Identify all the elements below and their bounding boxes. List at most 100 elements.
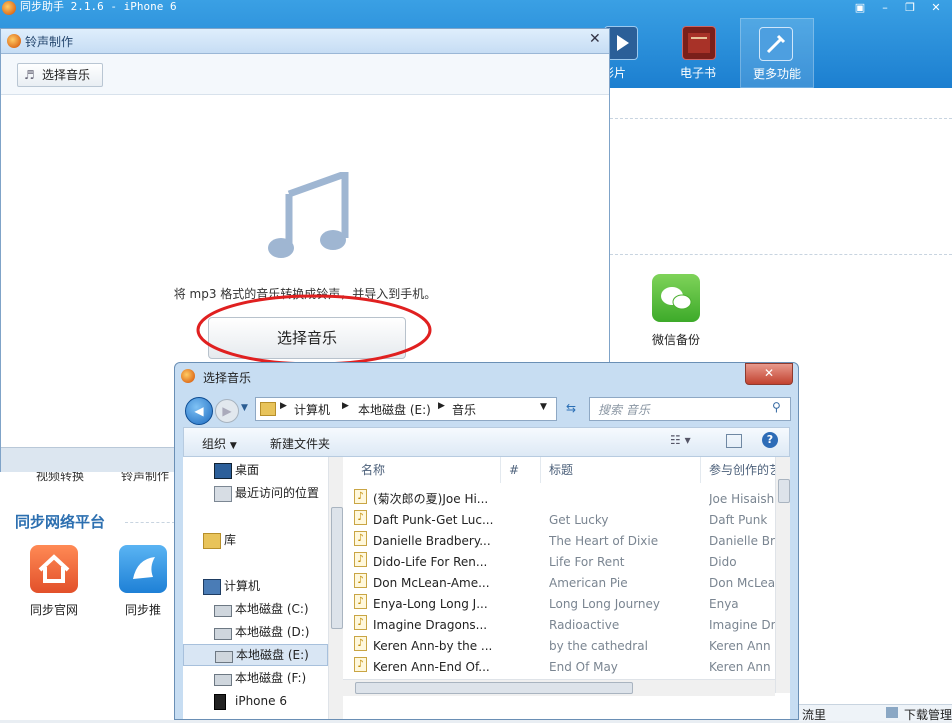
back-button[interactable]: ◀ xyxy=(185,397,213,425)
file-title: American Pie xyxy=(549,576,628,590)
file-row[interactable]: ♪ Keren Ann-End Of... End Of May Keren Ann xyxy=(351,657,775,678)
file-title: The Heart of Dixie xyxy=(549,534,659,548)
search-icon[interactable]: ⚲ xyxy=(772,400,781,414)
tree-item-drive-f[interactable]: 本地磁盘 (F:) xyxy=(183,667,328,689)
file-artist: Daft Punk xyxy=(709,513,768,527)
tree-item-drive-c[interactable]: 本地磁盘 (C:) xyxy=(183,598,328,620)
music-file-icon: ♪ xyxy=(354,657,367,672)
desktop-icon xyxy=(214,463,232,479)
file-artist: Don McLea xyxy=(709,576,775,590)
file-title: Get Lucky xyxy=(549,513,609,527)
tree-item-label: iPhone 6 xyxy=(235,694,287,708)
search-input[interactable]: 搜索 音乐 ⚲ xyxy=(589,397,791,421)
music-file-icon: ♪ xyxy=(354,573,367,588)
file-row[interactable]: ♪ Danielle Bradbery... The Heart of Dixie D… xyxy=(351,531,775,552)
file-row[interactable]: ♪ Don McLean-Ame... American Pie Don McLea xyxy=(351,573,775,594)
tree-item-label: 库 xyxy=(224,533,237,547)
breadcrumb-separator: ▶ xyxy=(280,401,287,411)
file-row[interactable]: ♪ Dido-Life For Ren... Life For Rent Dido xyxy=(351,552,775,573)
breadcrumb-separator: ▶ xyxy=(342,401,349,411)
file-artist: Enya xyxy=(709,597,739,611)
address-bar[interactable]: ▶ 计算机 ▶ 本地磁盘 (E:) ▶ 音乐 ▼ xyxy=(255,397,557,421)
scrollbar-thumb[interactable] xyxy=(355,682,633,694)
column-artist[interactable]: 参与创作的艺 xyxy=(701,457,781,483)
tree-item-library[interactable]: 库 xyxy=(183,529,328,551)
breadcrumb-drive-e[interactable]: 本地磁盘 (E:) xyxy=(358,401,431,418)
file-row[interactable]: ♪ Enya-Long Long J... Long Long Journey Eny… xyxy=(351,594,775,615)
navigation-pane: 桌面 最近访问的位置 库 计算机 本地磁盘 (C:) 本地磁盘 (D:) 本地磁… xyxy=(183,457,344,719)
organize-label: 组织 xyxy=(202,437,227,451)
preview-pane-icon[interactable] xyxy=(726,434,742,448)
tree-item-recent[interactable]: 最近访问的位置 xyxy=(183,482,328,504)
tree-item-label: 本地磁盘 (E:) xyxy=(236,648,309,662)
column-number[interactable]: # xyxy=(501,457,541,483)
file-artist: Keren Ann xyxy=(709,660,771,674)
address-dropdown-icon[interactable]: ▼ xyxy=(540,402,547,412)
file-name: Daft Punk-Get Luc... xyxy=(373,513,494,527)
breadcrumb-music[interactable]: 音乐 xyxy=(452,401,476,418)
tree-item-desktop[interactable]: 桌面 xyxy=(183,459,328,481)
search-placeholder: 搜索 音乐 xyxy=(598,403,650,417)
recent-icon xyxy=(214,486,232,502)
file-artist: Imagine Dr xyxy=(709,618,775,632)
music-file-icon: ♪ xyxy=(354,510,367,525)
file-row[interactable]: ♪ (菊次郎の夏)Joe Hi... Joe Hisaishi xyxy=(351,489,775,510)
column-title[interactable]: 标题 xyxy=(541,457,701,483)
scrollbar-thumb[interactable] xyxy=(778,479,790,503)
tree-item-computer[interactable]: 计算机 xyxy=(183,575,328,597)
tree-item-label: 本地磁盘 (D:) xyxy=(235,625,310,639)
history-dropdown-icon[interactable]: ▼ xyxy=(241,403,248,413)
choose-music-file-dialog: 选择音乐 ✕ ◀ ▶ ▼ ▶ 计算机 ▶ 本地磁盘 (E:) ▶ 音乐 ▼ ⇆ … xyxy=(174,362,799,720)
drive-icon xyxy=(215,651,233,663)
file-row[interactable]: ♪ Daft Punk-Get Luc... Get Lucky Daft Punk xyxy=(351,510,775,531)
tree-item-label: 最近访问的位置 xyxy=(235,486,320,500)
file-artist: Keren Ann xyxy=(709,639,771,653)
tree-item-label: 本地磁盘 (F:) xyxy=(235,671,307,685)
file-row[interactable]: ♪ Keren Ann-by the ... by the cathedral Ker… xyxy=(351,636,775,657)
horizontal-scrollbar[interactable] xyxy=(343,679,775,696)
file-artist: Danielle Bra xyxy=(709,534,775,548)
tree-item-drive-d[interactable]: 本地磁盘 (D:) xyxy=(183,621,328,643)
file-list-pane: 名称 # 标题 参与创作的艺 ♪ (菊次郎の夏)Joe Hi... Joe Hisa… xyxy=(343,457,790,719)
file-name: Imagine Dragons... xyxy=(373,618,488,632)
tree-item-label: 计算机 xyxy=(224,579,261,593)
annotation-circle xyxy=(196,294,432,366)
new-folder-button[interactable]: 新建文件夹 xyxy=(270,435,330,452)
music-file-icon: ♪ xyxy=(354,552,367,567)
library-icon xyxy=(203,533,221,549)
breadcrumb-computer[interactable]: 计算机 xyxy=(294,401,330,418)
view-options-icon[interactable]: ☷ ▾ xyxy=(670,433,691,447)
music-file-icon: ♪ xyxy=(354,594,367,609)
file-title: Life For Rent xyxy=(549,555,625,569)
music-file-icon: ♪ xyxy=(354,489,367,504)
app-logo-icon xyxy=(181,369,195,383)
file-title: Long Long Journey xyxy=(549,597,661,611)
tree-item-label: 桌面 xyxy=(235,463,260,477)
file-artist: Joe Hisaishi xyxy=(709,492,775,506)
file-name: Keren Ann-End Of... xyxy=(373,660,490,674)
nav-pane-scrollbar[interactable] xyxy=(328,457,343,719)
chevron-down-icon: ▼ xyxy=(229,441,237,451)
computer-icon xyxy=(203,579,221,595)
file-dialog-close-button[interactable]: ✕ xyxy=(745,363,793,385)
folder-icon xyxy=(260,402,276,416)
column-header-row: 名称 # 标题 参与创作的艺 xyxy=(343,457,790,485)
file-name: Don McLean-Ame... xyxy=(373,576,490,590)
tree-item-drive-e[interactable]: 本地磁盘 (E:) xyxy=(183,644,328,666)
music-file-icon: ♪ xyxy=(354,615,367,630)
file-dialog-title: 选择音乐 xyxy=(203,371,252,385)
tree-item-label: 本地磁盘 (C:) xyxy=(235,602,309,616)
forward-button[interactable]: ▶ xyxy=(215,399,239,423)
file-name: Enya-Long Long J... xyxy=(373,597,488,611)
refresh-icon[interactable]: ⇆ xyxy=(559,397,583,419)
column-name[interactable]: 名称 xyxy=(343,457,501,483)
scrollbar-thumb[interactable] xyxy=(331,507,343,629)
file-row[interactable]: ♪ Imagine Dragons... Radioactive Imagine Dr xyxy=(351,615,775,636)
file-list-scrollbar[interactable] xyxy=(775,457,790,693)
file-title: Radioactive xyxy=(549,618,620,632)
tree-item-iphone[interactable]: iPhone 6 xyxy=(183,690,328,712)
file-title: End Of May xyxy=(549,660,618,674)
help-icon[interactable]: ? xyxy=(762,432,778,448)
organize-button[interactable]: 组织 ▼ xyxy=(202,435,237,452)
drive-icon xyxy=(214,628,232,640)
